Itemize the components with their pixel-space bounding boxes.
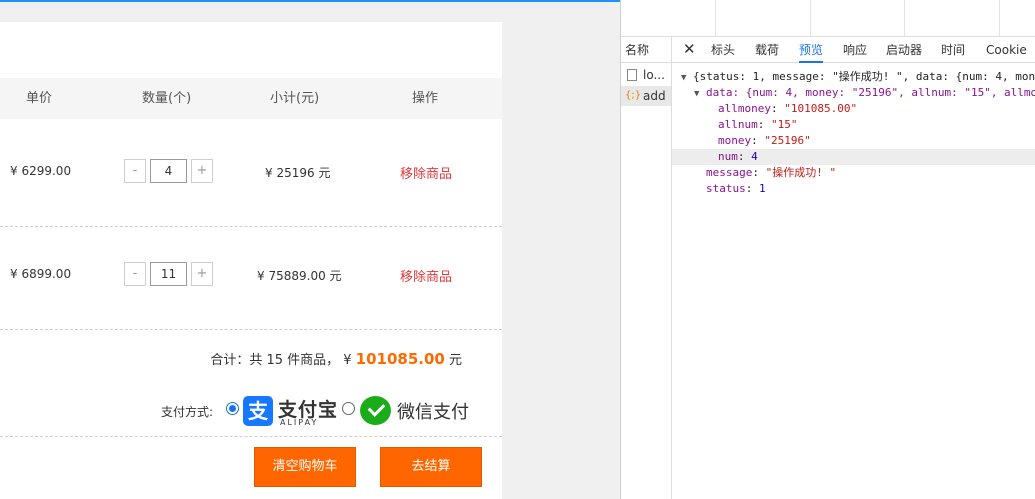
item-price: ¥ 6299.00 xyxy=(10,164,72,178)
tab-response[interactable]: 响应 xyxy=(843,37,867,63)
cart-table-header: 单价 数量(个) 小计(元) 操作 xyxy=(0,78,502,119)
increase-button[interactable]: + xyxy=(191,159,213,183)
increase-button[interactable]: + xyxy=(191,262,213,286)
json-root-line[interactable]: ▼ {status: 1, message: "操作成功! ", data: {… xyxy=(681,69,1035,86)
json-num-value: 4 xyxy=(751,150,758,163)
timeline-gridline xyxy=(904,0,905,37)
document-icon xyxy=(627,69,637,81)
row-divider xyxy=(0,329,502,330)
header-action: 操作 xyxy=(412,91,439,106)
request-name: lo... xyxy=(643,68,665,82)
tab-timing[interactable]: 时间 xyxy=(941,37,965,63)
top-accent-line xyxy=(0,0,620,2)
json-status: status: 1 xyxy=(706,182,766,195)
tab-preview[interactable]: 预览 xyxy=(799,37,824,63)
wechat-pay-radio[interactable] xyxy=(342,402,355,415)
json-allmoney-value: "101085.00" xyxy=(784,102,858,115)
network-timeline xyxy=(621,0,1035,37)
request-item-add[interactable]: {;} add xyxy=(621,86,671,106)
tab-headers[interactable]: 标头 xyxy=(711,37,735,63)
header-quantity: 数量(个) xyxy=(142,91,192,106)
alipay-sub-label: ALIPAY xyxy=(280,418,319,427)
checkout-button[interactable]: 去结算 xyxy=(380,447,482,487)
json-allnum: allnum: "15" xyxy=(718,118,798,131)
json-allnum-value: "15" xyxy=(771,118,798,131)
alipay-radio[interactable] xyxy=(226,402,239,415)
remove-item-link[interactable]: 移除商品 xyxy=(400,266,452,285)
timeline-gridline xyxy=(715,0,716,37)
devtools-panel: 名称 lo... {;} add ✕ 标头 载荷 预览 响应 启动器 时间 Co… xyxy=(620,0,1035,499)
decrease-button[interactable]: - xyxy=(124,262,146,286)
total-prefix: 合计：共 15 件商品， ¥ xyxy=(210,353,356,368)
json-message: message: "操作成功! " xyxy=(706,166,837,179)
json-data-summary: data: {num: 4, money: "25196", allnum: "… xyxy=(706,86,1035,99)
item-price: ¥ 6899.00 xyxy=(10,267,72,281)
tab-payload[interactable]: 载荷 xyxy=(755,37,779,63)
json-money-value: "25196" xyxy=(764,134,811,147)
decrease-button[interactable]: - xyxy=(124,159,146,183)
row-divider xyxy=(0,226,502,227)
expand-triangle-icon[interactable]: ▼ xyxy=(694,89,699,99)
timeline-gridline xyxy=(810,0,811,37)
request-item-lo[interactable]: lo... xyxy=(621,65,671,85)
json-preview: ▼ {status: 1, message: "操作成功! ", data: {… xyxy=(672,64,1035,499)
alipay-logo-icon[interactable]: 支 xyxy=(243,396,273,426)
item-subtotal: ¥ 25196 元 xyxy=(265,166,331,180)
header-price: 单价 xyxy=(26,91,53,106)
request-name-header[interactable]: 名称 xyxy=(621,37,671,63)
payment-method-label: 支付方式: xyxy=(161,405,214,419)
close-icon[interactable]: ✕ xyxy=(683,40,696,58)
header-subtotal: 小计(元) xyxy=(270,91,320,106)
wechat-pay-logo-icon[interactable] xyxy=(360,396,391,425)
screen: 单价 数量(个) 小计(元) 操作 ¥ 6299.00 - 4 + ¥ 2519… xyxy=(0,0,1035,499)
tab-cookies[interactable]: Cookie xyxy=(986,37,1027,63)
clear-cart-button[interactable]: 清空购物车 xyxy=(254,447,356,487)
json-data-line[interactable]: ▼ data: {num: 4, money: "25196", allnum:… xyxy=(694,85,1035,102)
json-num: num: 4 xyxy=(672,149,1035,165)
detail-tabs: ✕ 标头 载荷 预览 响应 启动器 时间 Cookie xyxy=(672,37,1035,63)
expand-triangle-icon[interactable]: ▼ xyxy=(681,73,686,83)
remove-item-link[interactable]: 移除商品 xyxy=(400,163,452,182)
json-message-value: "操作成功! " xyxy=(765,166,837,179)
item-subtotal: ¥ 75889.00 元 xyxy=(257,269,342,283)
total-suffix: 元 xyxy=(444,353,462,368)
quantity-input[interactable]: 4 xyxy=(150,159,187,183)
total-amount: 101085.00 xyxy=(355,350,445,368)
request-name: add xyxy=(643,89,666,103)
cart-total: 合计：共 15 件商品， ¥ 101085.00 元 xyxy=(210,349,462,368)
quantity-input[interactable]: 11 xyxy=(150,262,187,286)
timeline-gridline xyxy=(999,0,1000,37)
json-root-summary: {status: 1, message: "操作成功! ", data: {nu… xyxy=(693,70,1035,83)
xhr-icon: {;} xyxy=(625,90,642,101)
tab-initiator[interactable]: 启动器 xyxy=(886,37,922,63)
json-allmoney: allmoney: "101085.00" xyxy=(718,102,858,115)
request-list: 名称 lo... {;} add xyxy=(621,37,672,499)
footer-divider xyxy=(0,436,502,437)
json-status-value: 1 xyxy=(759,182,766,195)
wechat-pay-name[interactable]: 微信支付 xyxy=(397,398,469,424)
cart-page: 单价 数量(个) 小计(元) 操作 ¥ 6299.00 - 4 + ¥ 2519… xyxy=(0,0,620,499)
json-money: money: "25196" xyxy=(718,134,811,147)
